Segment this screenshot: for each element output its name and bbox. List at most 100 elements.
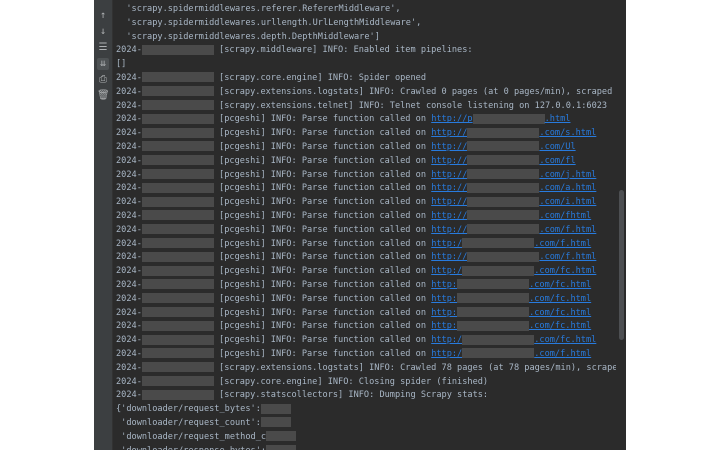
redacted-block [141, 320, 214, 331]
log-line: 2024- [pcgeshi] INFO: Parse function cal… [116, 210, 592, 221]
url-link[interactable]: http:// [431, 211, 467, 221]
url-link[interactable]: http:/ [431, 266, 462, 276]
log-line: 2024- [pcgeshi] INFO: Parse function cal… [116, 265, 597, 277]
log-line: [] [116, 59, 127, 70]
redacted-block [141, 238, 214, 249]
redacted-block [457, 279, 530, 290]
log-line: 'downloader/request_count': [116, 417, 616, 431]
redacted-block [141, 86, 214, 97]
log-line: 'scrapy.spidermiddlewares.depth.DepthMid… [116, 31, 380, 42]
redacted-block [266, 445, 297, 450]
redacted-block [141, 72, 214, 83]
url-link[interactable]: http:// [431, 197, 467, 207]
url-link[interactable]: http://p [431, 114, 472, 124]
redacted-block [266, 431, 297, 442]
log-line: 2024- [pcgeshi] INFO: Parse function cal… [116, 224, 597, 235]
redacted-block [467, 127, 540, 138]
log-line: 2024- [pcgeshi] INFO: Parse function cal… [116, 141, 576, 152]
redacted-block [141, 44, 214, 55]
redacted-block [141, 182, 214, 193]
log-line: 2024- [scrapy.extensions.logstats] INFO:… [116, 362, 616, 373]
log-line: 2024- [pcgeshi] INFO: Parse function cal… [116, 293, 592, 304]
log-line: 2024- [scrapy.statscollectors] INFO: Dum… [116, 389, 489, 401]
redacted-block [141, 389, 214, 400]
arrow-down-icon[interactable]: ↓ [97, 26, 109, 38]
redacted-block [462, 265, 535, 276]
log-line: 2024- [pcgeshi] INFO: Parse function cal… [116, 169, 597, 180]
log-line: 2024- [pcgeshi] INFO: Parse function cal… [116, 182, 597, 194]
redacted-block [141, 279, 214, 290]
redacted-block [467, 141, 540, 152]
url-link[interactable]: http:/ [431, 239, 462, 249]
log-line: 2024- [scrapy.extensions.telnet] INFO: T… [116, 100, 608, 111]
redacted-block [141, 376, 214, 387]
log-line: 2024- [pcgeshi] INFO: Parse function cal… [116, 334, 597, 346]
url-link[interactable]: http:// [431, 183, 467, 193]
redacted-block [467, 224, 540, 235]
url-link[interactable]: http:// [431, 156, 467, 166]
log-line: 2024- [pcgeshi] INFO: Parse function cal… [116, 155, 576, 166]
log-line: 2024- [pcgeshi] INFO: Parse function cal… [116, 348, 592, 359]
redacted-block [141, 113, 214, 124]
log-line: 2024- [scrapy.core.engine] INFO: Spider … [116, 72, 427, 83]
redacted-block [457, 307, 530, 318]
run-console-window: ↑ ↓ ☰ ⇊ ⎙ 🗑 'scrapy.spidermiddlewares.re… [94, 0, 626, 450]
redacted-block [462, 334, 535, 345]
redacted-block [141, 334, 214, 345]
url-link[interactable]: http: [431, 280, 457, 290]
redacted-block [141, 141, 214, 152]
redacted-block [141, 210, 214, 221]
vertical-scrollbar[interactable] [619, 190, 624, 340]
redacted-block [467, 155, 540, 166]
redacted-block [467, 169, 540, 180]
scroll-to-end-icon[interactable]: ⇊ [97, 58, 109, 70]
url-link[interactable]: http:// [431, 128, 467, 138]
log-line: 2024- [pcgeshi] INFO: Parse function cal… [116, 113, 571, 125]
redacted-block [141, 224, 214, 235]
console-output[interactable]: 'scrapy.spidermiddlewares.referer.Refere… [116, 3, 616, 450]
log-line: 2024- [scrapy.extensions.logstats] INFO:… [116, 86, 616, 97]
url-link[interactable]: http:/ [431, 349, 462, 359]
log-line: 2024- [pcgeshi] INFO: Parse function cal… [116, 196, 597, 208]
redacted-block [141, 251, 214, 262]
redacted-block [472, 113, 545, 124]
redacted-block [260, 417, 291, 428]
arrow-up-icon[interactable]: ↑ [97, 10, 109, 22]
soft-wrap-icon[interactable]: ☰ [97, 42, 109, 54]
redacted-block [457, 320, 530, 331]
url-link[interactable]: http:// [431, 225, 467, 235]
log-line: 'downloader/response_bytes': [116, 445, 616, 450]
log-line: 2024- [pcgeshi] INFO: Parse function cal… [116, 279, 592, 290]
url-link[interactable]: http:/ [431, 335, 462, 345]
redacted-block [141, 362, 214, 373]
redacted-block [467, 251, 540, 262]
redacted-block [141, 100, 214, 111]
log-line: 2024- [pcgeshi] INFO: Parse function cal… [116, 320, 592, 332]
print-icon[interactable]: ⎙ [97, 74, 109, 86]
url-link[interactable]: http:// [431, 252, 467, 262]
log-line: 'scrapy.spidermiddlewares.urllength.UrlL… [116, 17, 422, 28]
redacted-block [462, 238, 535, 249]
log-line: 'scrapy.spidermiddlewares.referer.Refere… [116, 4, 401, 14]
redacted-block [457, 293, 530, 304]
redacted-block [467, 182, 540, 193]
redacted-block [141, 155, 214, 166]
trash-icon[interactable]: 🗑 [97, 90, 110, 102]
log-line: 2024- [pcgeshi] INFO: Parse function cal… [116, 127, 597, 139]
redacted-block [141, 293, 214, 304]
url-link[interactable]: http: [431, 294, 457, 304]
log-line: 2024- [scrapy.core.engine] INFO: Closing… [116, 376, 489, 387]
url-link[interactable]: http: [431, 321, 457, 331]
redacted-block [467, 196, 540, 207]
redacted-block [462, 348, 535, 359]
redacted-block [141, 127, 214, 138]
log-line: 2024- [pcgeshi] INFO: Parse function cal… [116, 307, 592, 318]
redacted-block [467, 210, 540, 221]
log-line: 2024- [pcgeshi] INFO: Parse function cal… [116, 251, 597, 263]
redacted-block [141, 196, 214, 207]
url-link[interactable]: http:// [431, 170, 467, 180]
redacted-block [141, 169, 214, 180]
url-link[interactable]: http: [431, 308, 457, 318]
redacted-block [141, 307, 214, 318]
url-link[interactable]: http:// [431, 142, 467, 152]
